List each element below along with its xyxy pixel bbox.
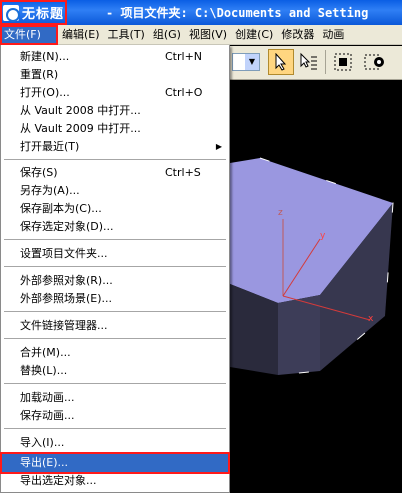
axis-label-z: z xyxy=(278,208,283,218)
menu-item-save-copy-as[interactable]: 保存副本为(C)... xyxy=(2,200,228,218)
menu-item-open[interactable]: 打开(O)... Ctrl+O xyxy=(2,84,228,102)
window-crossing-icon xyxy=(364,54,384,70)
menu-item-open-recent[interactable]: 打开最近(T) ▶ xyxy=(2,138,228,156)
submenu-arrow-icon: ▶ xyxy=(215,142,222,151)
menu-bar: 文件(F) 编辑(E) 工具(T) 组(G) 视图(V) 创建(C) 修改器 动… xyxy=(0,24,402,45)
menu-item-save-as[interactable]: 另存为(A)... xyxy=(2,182,228,200)
highlight-box-title xyxy=(0,0,67,25)
menu-item-reset[interactable]: 重置(R) xyxy=(2,66,228,84)
menu-item-export-selected[interactable]: 导出选定对象... xyxy=(2,472,228,490)
menu-item-load-animation[interactable]: 加载动画... xyxy=(2,389,228,407)
menu-item-open-vault-2009[interactable]: 从 Vault 2009 中打开... xyxy=(2,120,228,138)
highlight-box-file-menu xyxy=(0,25,58,45)
rectangle-select-icon xyxy=(334,53,352,71)
menu-item-replace[interactable]: 替换(L)... xyxy=(2,362,228,380)
menu-tools[interactable]: 工具(T) xyxy=(104,25,149,45)
menu-item-set-project-folder[interactable]: 设置项目文件夹... xyxy=(2,245,228,263)
perspective-viewport[interactable]: z y x xyxy=(230,81,402,493)
selection-filter-dropdown[interactable]: ▼ xyxy=(232,53,260,71)
highlight-box-export xyxy=(0,452,230,474)
menu-animation[interactable]: 动画 xyxy=(318,25,348,45)
list-cursor-icon xyxy=(300,52,317,70)
menu-item-save[interactable]: 保存(S) Ctrl+S xyxy=(2,164,228,182)
menu-item-open-vault-2008[interactable]: 从 Vault 2008 中打开... xyxy=(2,102,228,120)
select-by-name-button[interactable] xyxy=(296,49,322,75)
window-title-path: - 项目文件夹: C:\Documents and Setting xyxy=(106,6,369,20)
menu-modifiers[interactable]: 修改器 xyxy=(277,25,318,45)
rectangular-selection-button[interactable] xyxy=(330,49,356,75)
select-object-button[interactable] xyxy=(268,49,294,75)
menu-edit[interactable]: 编辑(E) xyxy=(58,25,104,45)
menu-item-merge[interactable]: 合并(M)... xyxy=(2,344,228,362)
menu-group[interactable]: 组(G) xyxy=(149,25,185,45)
menu-item-save-selected[interactable]: 保存选定对象(D)... xyxy=(2,218,228,236)
box-front-face xyxy=(278,295,320,375)
axis-label-y: y xyxy=(320,231,326,241)
main-toolbar: ▼ xyxy=(230,46,402,80)
box-scene: z y x xyxy=(230,157,394,376)
menu-item-file-link-manager[interactable]: 文件链接管理器... xyxy=(2,317,228,335)
cursor-arrow-icon xyxy=(275,53,287,71)
axis-label-x: x xyxy=(368,314,374,324)
menu-item-xref-objects[interactable]: 外部参照对象(R)... xyxy=(2,272,228,290)
menu-item-save-animation[interactable]: 保存动画... xyxy=(2,407,228,425)
menu-create[interactable]: 创建(C) xyxy=(231,25,277,45)
chevron-down-icon[interactable]: ▼ xyxy=(245,54,259,70)
menu-view[interactable]: 视图(V) xyxy=(185,25,231,45)
menu-item-xref-scene[interactable]: 外部参照场景(E)... xyxy=(2,290,228,308)
window-crossing-button[interactable] xyxy=(362,49,388,75)
menu-item-new[interactable]: 新建(N)... Ctrl+N xyxy=(2,48,228,66)
file-menu-dropdown: 新建(N)... Ctrl+N 重置(R) 打开(O)... Ctrl+O 从 … xyxy=(0,45,230,493)
menu-item-import[interactable]: 导入(I)... xyxy=(2,434,228,452)
